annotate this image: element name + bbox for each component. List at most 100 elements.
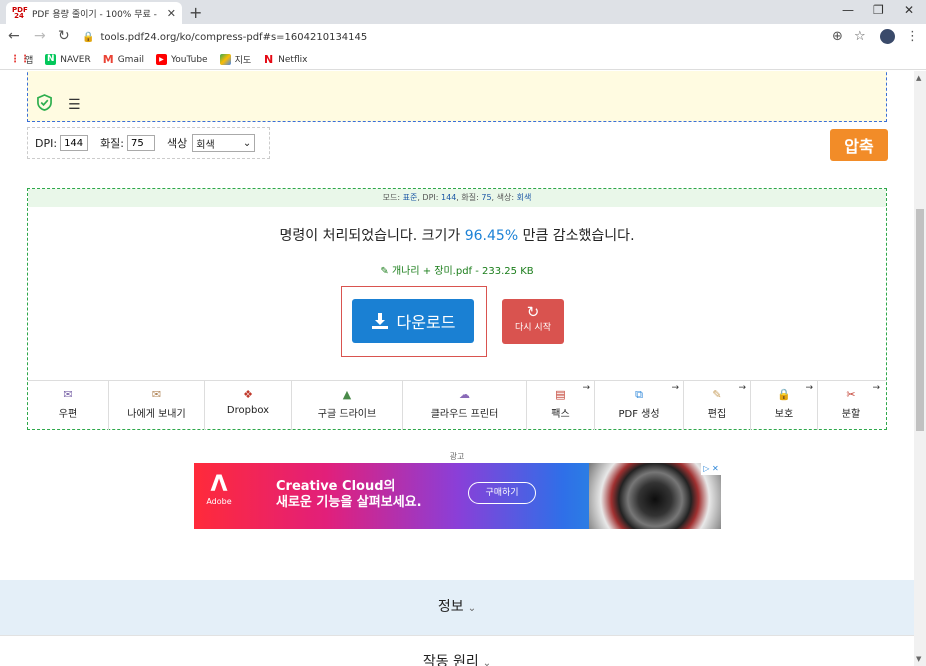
- action-fax[interactable]: → ▤ 팩스: [527, 381, 595, 430]
- quality-value: 75: [481, 193, 492, 202]
- bookmark-netflix[interactable]: N Netflix: [263, 54, 307, 65]
- action-create-pdf[interactable]: → ⧉ PDF 생성: [595, 381, 684, 430]
- scroll-up-icon[interactable]: ▲: [916, 74, 921, 82]
- bookmark-youtube[interactable]: ▶ YouTube: [155, 54, 208, 65]
- download-highlight: 다운로드: [341, 286, 487, 357]
- shield-check-icon: [37, 94, 52, 111]
- scrollbar-thumb[interactable]: [916, 209, 924, 431]
- action-label: 보호: [774, 409, 794, 420]
- result-message: 명령이 처리되었습니다. 크기가 96.45% 만큼 감소했습니다.: [28, 225, 886, 245]
- download-icon: [371, 313, 388, 329]
- adobe-logo-mark: Λ: [210, 472, 228, 497]
- message-text: 명령이 처리되었습니다. 크기가: [279, 228, 465, 244]
- chevron-down-icon: ⌄: [467, 603, 477, 614]
- arrow-right-icon: →: [805, 383, 813, 393]
- bookmark-star-icon[interactable]: ☆: [854, 29, 866, 44]
- dpi-input[interactable]: [60, 135, 89, 151]
- pencil-icon: ✎: [380, 266, 389, 277]
- result-file[interactable]: ✎ 개나리 + 장미.pdf - 233.25 KB: [28, 262, 886, 277]
- tab-strip: PDF 24 PDF 용량 줄이기 - 100% 무료 - ✕ + — ❐ ✕: [0, 0, 926, 24]
- reload-icon[interactable]: ↻: [58, 28, 70, 44]
- list-icon[interactable]: ☰: [68, 97, 81, 113]
- action-google-drive[interactable]: ▲ 구글 드라이브: [292, 381, 403, 430]
- vertical-scrollbar[interactable]: ▲ ▼: [914, 71, 926, 666]
- restore-icon[interactable]: ❐: [873, 3, 884, 17]
- download-label: 다운로드: [396, 313, 456, 332]
- arrow-right-icon: →: [872, 383, 880, 393]
- action-protect[interactable]: → 🔒 보호: [751, 381, 818, 430]
- action-toolbar: ✉ 우편 ✉ 나에게 보내기 ❖ Dropbox ▲ 구글 드라이브 ☁ 클라우…: [28, 380, 886, 430]
- action-edit[interactable]: → ✎ 편집: [684, 381, 751, 430]
- download-button[interactable]: 다운로드: [352, 299, 474, 343]
- how-it-works-heading: 작동 원리: [422, 654, 479, 666]
- info-section-toggle[interactable]: 정보 ⌄: [0, 580, 914, 635]
- chevron-down-icon: ⌄: [482, 658, 492, 666]
- compress-options: DPI: 화질: 색상 회색 ⌄: [27, 127, 270, 159]
- action-label: Dropbox: [226, 405, 270, 416]
- quality-input[interactable]: [127, 135, 156, 151]
- install-app-icon[interactable]: ⊕: [832, 29, 843, 44]
- bookmark-label: YouTube: [170, 54, 208, 65]
- bookmark-apps[interactable]: ⋮⋮ 앱: [10, 53, 33, 66]
- bookmark-naver[interactable]: N NAVER: [45, 54, 91, 65]
- ad-headline-line: 새로운 기능을 살펴보세요.: [276, 495, 422, 510]
- action-email[interactable]: ✉ 우편: [28, 381, 109, 430]
- arrow-right-icon: →: [671, 383, 679, 393]
- dpi-label: , DPI:: [417, 193, 439, 202]
- window-close-icon[interactable]: ✕: [904, 3, 914, 17]
- action-dropbox[interactable]: ❖ Dropbox: [205, 381, 292, 430]
- restart-button[interactable]: ↻ 다시 시작: [502, 299, 564, 344]
- back-icon[interactable]: ←: [8, 28, 20, 44]
- menu-dots-icon[interactable]: ⋮: [906, 29, 919, 44]
- bookmark-maps[interactable]: 지도: [219, 53, 251, 66]
- message-text: 만큼 감소했습니다.: [518, 228, 635, 244]
- action-label: 팩스: [551, 409, 570, 420]
- profile-avatar[interactable]: [880, 29, 895, 44]
- ad-banner[interactable]: Λ Adobe Creative Cloud의 새로운 기능을 살펴보세요. 구…: [194, 463, 721, 529]
- file-name: 개나리 + 장미.pdf - 233.25 KB: [391, 266, 534, 277]
- action-label: 나에게 보내기: [127, 409, 186, 420]
- action-split[interactable]: → ✂ 분할: [818, 381, 884, 430]
- tab-close-icon[interactable]: ✕: [167, 7, 176, 20]
- color-select[interactable]: 회색 ⌄: [192, 134, 256, 152]
- chevron-down-icon: ⌄: [242, 137, 252, 149]
- address-bar[interactable]: 🔒 tools.pdf24.org/ko/compress-pdf#s=1604…: [82, 27, 842, 47]
- compress-button[interactable]: 압축: [830, 129, 888, 161]
- scroll-down-icon[interactable]: ▼: [916, 655, 921, 663]
- google-drive-icon: ▲: [342, 388, 352, 401]
- dpi-label: DPI:: [35, 136, 58, 150]
- ad-buy-button[interactable]: 구매하기: [468, 482, 536, 504]
- cloud-printer-icon: ☁: [459, 388, 470, 401]
- result-panel: 모드: 표준, DPI: 144, 화질: 75, 색상: 회색 명령이 처리되…: [27, 188, 887, 430]
- how-it-works-toggle[interactable]: 작동 원리 ⌄: [0, 635, 914, 666]
- adobe-logo: Λ Adobe: [204, 472, 234, 507]
- bookmark-gmail[interactable]: M Gmail: [103, 54, 144, 65]
- bookmark-label: NAVER: [60, 54, 91, 65]
- new-tab-icon[interactable]: +: [189, 3, 202, 22]
- action-label: 우편: [58, 409, 78, 420]
- reduction-percent: 96.45%: [464, 228, 519, 244]
- arrow-right-icon: →: [738, 383, 746, 393]
- restart-icon: ↻: [526, 303, 540, 321]
- upload-area: ☰: [27, 71, 887, 122]
- youtube-icon: ▶: [155, 54, 167, 65]
- action-cloud-printer[interactable]: ☁ 클라우드 프린터: [403, 381, 527, 430]
- bookmarks-bar: ⋮⋮ 앱 N NAVER M Gmail ▶ YouTube 지도 N Netf…: [0, 50, 926, 70]
- color-value: 회색: [516, 193, 532, 202]
- ad-headline: Creative Cloud의 새로운 기능을 살펴보세요.: [276, 479, 422, 511]
- browser-tab[interactable]: PDF 24 PDF 용량 줄이기 - 100% 무료 - ✕: [6, 2, 182, 24]
- envelope-icon: ✉: [63, 388, 73, 401]
- action-send-to-me[interactable]: ✉ 나에게 보내기: [109, 381, 205, 430]
- ad-choices-icon[interactable]: ▷ ✕: [701, 463, 721, 475]
- naver-icon: N: [45, 54, 57, 65]
- lock-icon: 🔒: [82, 31, 95, 43]
- url-text: tools.pdf24.org/ko/compress-pdf#s=160421…: [100, 31, 368, 43]
- dpi-value: 144: [441, 193, 457, 202]
- ad-label: 광고: [449, 452, 465, 461]
- mode-label: 모드:: [382, 193, 401, 202]
- pdf24-favicon-icon: PDF 24: [12, 6, 28, 20]
- forward-icon[interactable]: →: [34, 28, 46, 44]
- minimize-icon[interactable]: —: [842, 3, 854, 17]
- bookmark-label: Netflix: [278, 54, 308, 65]
- quality-label: 화질:: [100, 137, 125, 150]
